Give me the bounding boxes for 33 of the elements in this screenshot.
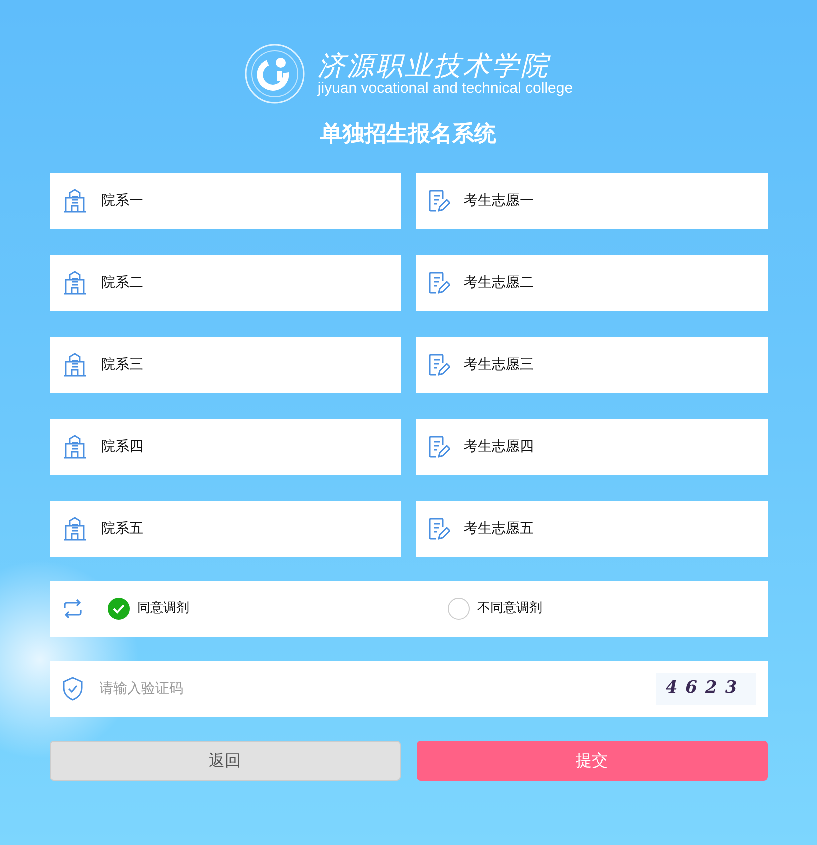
building-icon [62,353,88,377]
college-logo-icon [244,43,306,105]
wish-select[interactable]: 考生志愿三 [416,337,768,393]
edit-document-icon [428,189,450,213]
radio-label: 不同意调剂 [478,600,542,618]
wish-select[interactable]: 考生志愿一 [416,173,768,229]
building-icon [62,517,88,541]
department-select[interactable]: 院系一 [50,173,401,229]
building-icon [62,189,88,213]
department-select[interactable]: 院系三 [50,337,401,393]
back-button[interactable]: 返回 [50,741,400,781]
school-name: 济源职业技术学院 [318,52,552,82]
edit-document-icon [428,435,450,459]
shield-check-icon [62,677,84,701]
swap-icon [62,599,84,619]
department-select[interactable]: 院系二 [50,255,401,311]
edit-document-icon [428,271,450,295]
school-name-english: jiyuan vocational and technical college [318,81,574,96]
edit-document-icon [428,353,450,377]
department-select[interactable]: 院系四 [50,419,401,475]
radio-button[interactable] [108,598,130,620]
wish-select[interactable]: 考生志愿五 [416,501,768,557]
radio-label: 同意调剂 [138,600,190,618]
wish-select[interactable]: 考生志愿二 [416,255,768,311]
building-icon [62,435,88,459]
department-select[interactable]: 院系五 [50,501,401,557]
captcha-field[interactable]: 请输入验证码 4623 [50,661,768,717]
edit-document-icon [428,517,450,541]
radio-button[interactable] [448,598,470,620]
building-icon [62,271,88,295]
captcha-image[interactable]: 4623 [656,673,756,705]
system-title: 单独招生报名系统 [320,120,498,149]
wish-select[interactable]: 考生志愿四 [416,419,768,475]
